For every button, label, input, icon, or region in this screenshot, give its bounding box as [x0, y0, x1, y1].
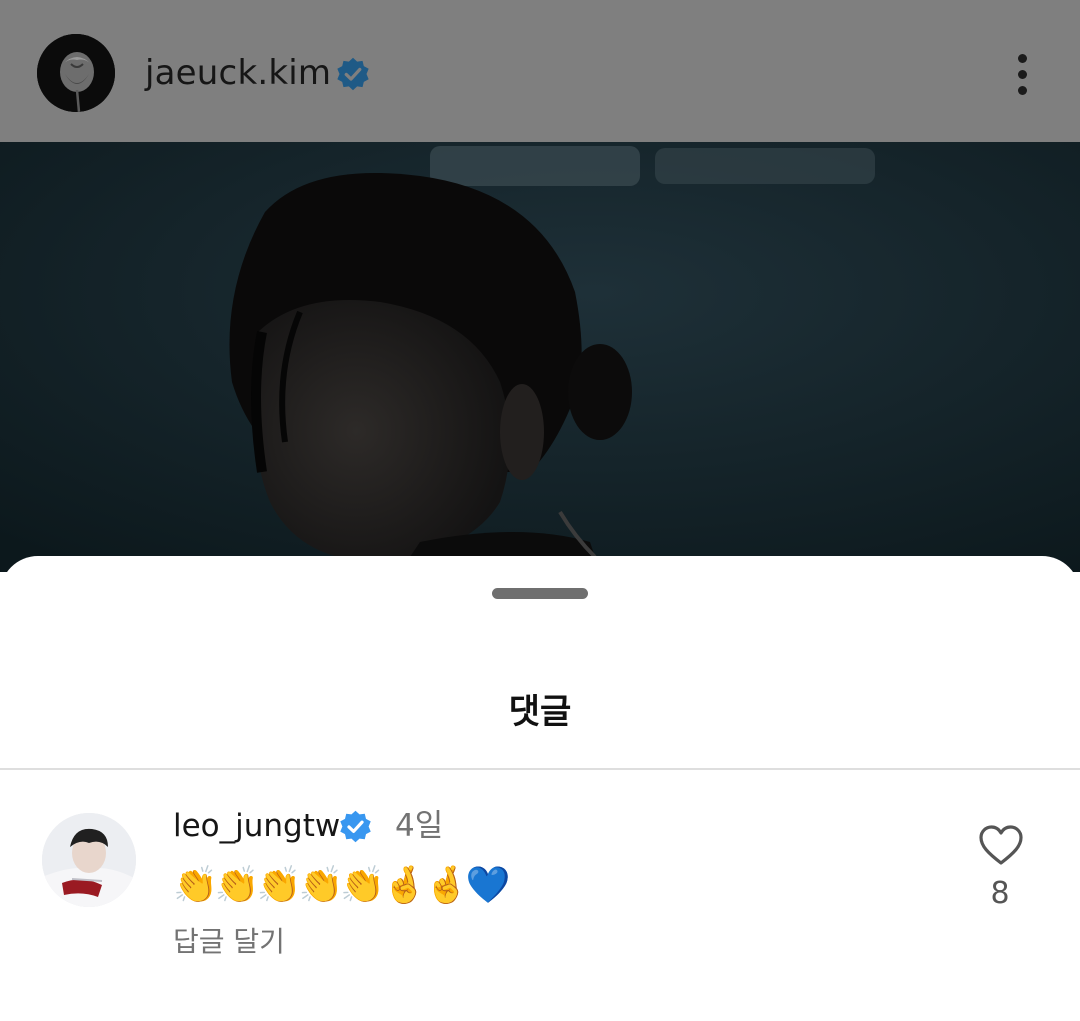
post-photo[interactable]: [0, 142, 1080, 572]
sheet-divider: [0, 768, 1080, 770]
more-dot: [1018, 86, 1027, 95]
comments-sheet: 댓글 leo_jungtw 4일 👏👏👏👏👏🤞🤞💙 답글 달기 8: [0, 556, 1080, 1021]
sheet-title: 댓글: [508, 692, 572, 732]
reply-button[interactable]: 답글 달기: [173, 922, 285, 962]
comment-text: 👏👏👏👏👏🤞🤞💙: [173, 865, 511, 906]
author-avatar[interactable]: [37, 34, 115, 112]
more-dot: [1018, 54, 1027, 63]
more-options-button[interactable]: [1002, 48, 1042, 100]
verified-badge-icon: [340, 810, 371, 843]
screen: jaeuck.kim 댓글 leo_jungtw 4일 👏👏👏👏👏🤞🤞💙 답글 …: [0, 0, 1080, 1021]
comment-avatar[interactable]: [42, 813, 136, 907]
heart-icon[interactable]: [978, 824, 1024, 866]
comment-timestamp: 4일: [395, 808, 444, 844]
comment-username[interactable]: leo_jungtw: [173, 806, 340, 846]
verified-badge-icon: [337, 57, 369, 91]
like-count: 8: [990, 876, 1010, 911]
post-header: jaeuck.kim: [0, 0, 1080, 142]
avatar-photo: [42, 813, 136, 907]
more-dot: [1018, 70, 1027, 79]
author-username[interactable]: jaeuck.kim: [145, 52, 331, 94]
post-image: [0, 142, 1080, 572]
rose-image: [37, 34, 115, 112]
sheet-drag-handle[interactable]: [492, 588, 588, 599]
